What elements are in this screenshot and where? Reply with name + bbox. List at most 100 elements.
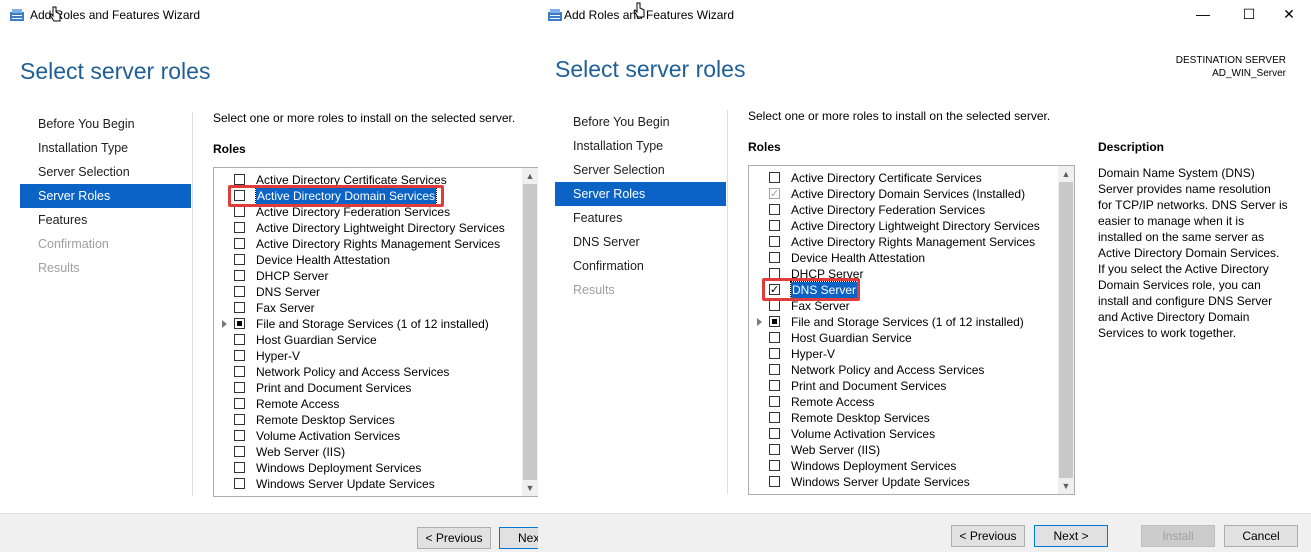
role-checkbox[interactable] [234,414,245,425]
role-item[interactable]: Active Directory Federation Services [749,202,1049,218]
role-checkbox[interactable] [234,222,245,233]
role-item[interactable]: DHCP Server [214,268,514,284]
nav-item-confirmation[interactable]: Confirmation [555,254,726,278]
role-item[interactable]: Network Policy and Access Services [749,362,1049,378]
role-item[interactable]: Remote Desktop Services [214,412,514,428]
role-item[interactable]: Active Directory Rights Management Servi… [214,236,514,252]
role-checkbox[interactable] [234,318,245,329]
role-item[interactable]: Network Policy and Access Services [214,364,514,380]
role-item[interactable]: Print and Document Services [214,380,514,396]
role-item[interactable]: Active Directory Lightweight Directory S… [749,218,1049,234]
role-item[interactable]: File and Storage Services (1 of 12 insta… [749,314,1049,330]
role-checkbox[interactable] [769,204,780,215]
scroll-down-icon[interactable]: ▼ [1058,478,1074,494]
scroll-up-icon[interactable]: ▲ [1058,166,1074,182]
role-item[interactable]: Host Guardian Service [214,332,514,348]
role-item[interactable]: Volume Activation Services [214,428,514,444]
role-item[interactable]: Active Directory Rights Management Servi… [749,234,1049,250]
scroll-down-icon[interactable]: ▼ [522,480,538,496]
nav-item-installation-type[interactable]: Installation Type [555,134,726,158]
minimize-button[interactable]: — [1180,0,1226,30]
role-item[interactable]: Active Directory Lightweight Directory S… [214,220,514,236]
role-checkbox[interactable] [769,316,780,327]
role-checkbox[interactable] [234,430,245,441]
scrollbar-thumb[interactable] [523,184,537,480]
role-item[interactable]: Remote Access [749,394,1049,410]
role-item[interactable]: Remote Desktop Services [749,410,1049,426]
role-checkbox[interactable] [234,254,245,265]
role-checkbox[interactable] [769,252,780,263]
role-checkbox[interactable] [769,186,780,202]
nav-item-before-you-begin[interactable]: Before You Begin [555,110,726,134]
role-checkbox[interactable] [234,302,245,313]
close-button[interactable]: ✕ [1266,0,1311,30]
role-checkbox[interactable] [234,398,245,409]
role-checkbox[interactable] [234,238,245,249]
role-checkbox[interactable] [769,396,780,407]
next-button[interactable]: Next > [1034,525,1108,547]
role-checkbox[interactable] [769,220,780,231]
nav-item-installation-type[interactable]: Installation Type [20,136,191,160]
role-item[interactable]: Active Directory Certificate Services [749,170,1049,186]
nav-item-dns-server[interactable]: DNS Server [555,230,726,254]
vertical-scrollbar[interactable]: ▲ ▼ [522,168,538,496]
role-checkbox[interactable] [234,174,245,185]
nav-item-features[interactable]: Features [20,208,191,232]
previous-button[interactable]: < Previous [951,525,1025,547]
next-button[interactable]: Nex [499,527,538,549]
role-checkbox[interactable] [769,364,780,375]
role-checkbox[interactable] [769,412,780,423]
nav-item-server-selection[interactable]: Server Selection [20,160,191,184]
role-item[interactable]: Web Server (IIS) [749,442,1049,458]
role-item[interactable]: File and Storage Services (1 of 12 insta… [214,316,514,332]
role-checkbox[interactable] [234,270,245,281]
role-item[interactable]: Active Directory Domain Services (Instal… [749,186,1049,202]
nav-item-features[interactable]: Features [555,206,726,230]
expand-arrow-icon[interactable] [757,318,762,326]
role-checkbox[interactable] [769,348,780,359]
scroll-up-icon[interactable]: ▲ [522,168,538,184]
role-checkbox[interactable] [234,478,245,489]
role-item[interactable]: Volume Activation Services [749,426,1049,442]
role-checkbox[interactable] [769,332,780,343]
role-item[interactable]: Host Guardian Service [749,330,1049,346]
role-item[interactable]: Device Health Attestation [749,250,1049,266]
install-button[interactable]: Install [1141,525,1215,547]
role-checkbox[interactable] [234,446,245,457]
nav-item-server-selection[interactable]: Server Selection [555,158,726,182]
role-checkbox[interactable] [234,206,245,217]
role-item[interactable]: Remote Access [214,396,514,412]
role-item[interactable]: Windows Server Update Services [214,476,514,492]
cancel-button[interactable]: Cancel [1224,525,1298,547]
role-item[interactable]: Web Server (IIS) [214,444,514,460]
nav-item-before-you-begin[interactable]: Before You Begin [20,112,191,136]
role-item[interactable]: Print and Document Services [749,378,1049,394]
role-checkbox[interactable] [769,172,780,183]
role-item[interactable]: Windows Deployment Services [749,458,1049,474]
vertical-scrollbar[interactable]: ▲ ▼ [1058,166,1074,494]
role-checkbox[interactable] [234,462,245,473]
role-checkbox[interactable] [769,460,780,471]
role-checkbox[interactable] [769,236,780,247]
role-item[interactable]: Windows Server Update Services [749,474,1049,490]
role-checkbox[interactable] [234,350,245,361]
role-item[interactable]: Device Health Attestation [214,252,514,268]
role-checkbox[interactable] [769,380,780,391]
role-item[interactable]: Hyper-V [749,346,1049,362]
scrollbar-thumb[interactable] [1059,182,1073,478]
roles-list[interactable]: ▲ ▼ Active Directory Certificate Service… [213,167,538,497]
expand-arrow-icon[interactable] [222,320,227,328]
nav-item-server-roles[interactable]: Server Roles [20,184,191,208]
role-item[interactable]: DNS Server [214,284,514,300]
role-checkbox[interactable] [769,428,780,439]
role-checkbox[interactable] [769,476,780,487]
role-checkbox[interactable] [234,286,245,297]
role-item[interactable]: Hyper-V [214,348,514,364]
role-item[interactable]: Fax Server [214,300,514,316]
role-checkbox[interactable] [769,300,780,311]
role-checkbox[interactable] [234,366,245,377]
nav-item-server-roles[interactable]: Server Roles [555,182,726,206]
roles-list[interactable]: ▲ ▼ Active Directory Certificate Service… [748,165,1075,495]
role-checkbox[interactable] [769,444,780,455]
role-checkbox[interactable] [234,334,245,345]
